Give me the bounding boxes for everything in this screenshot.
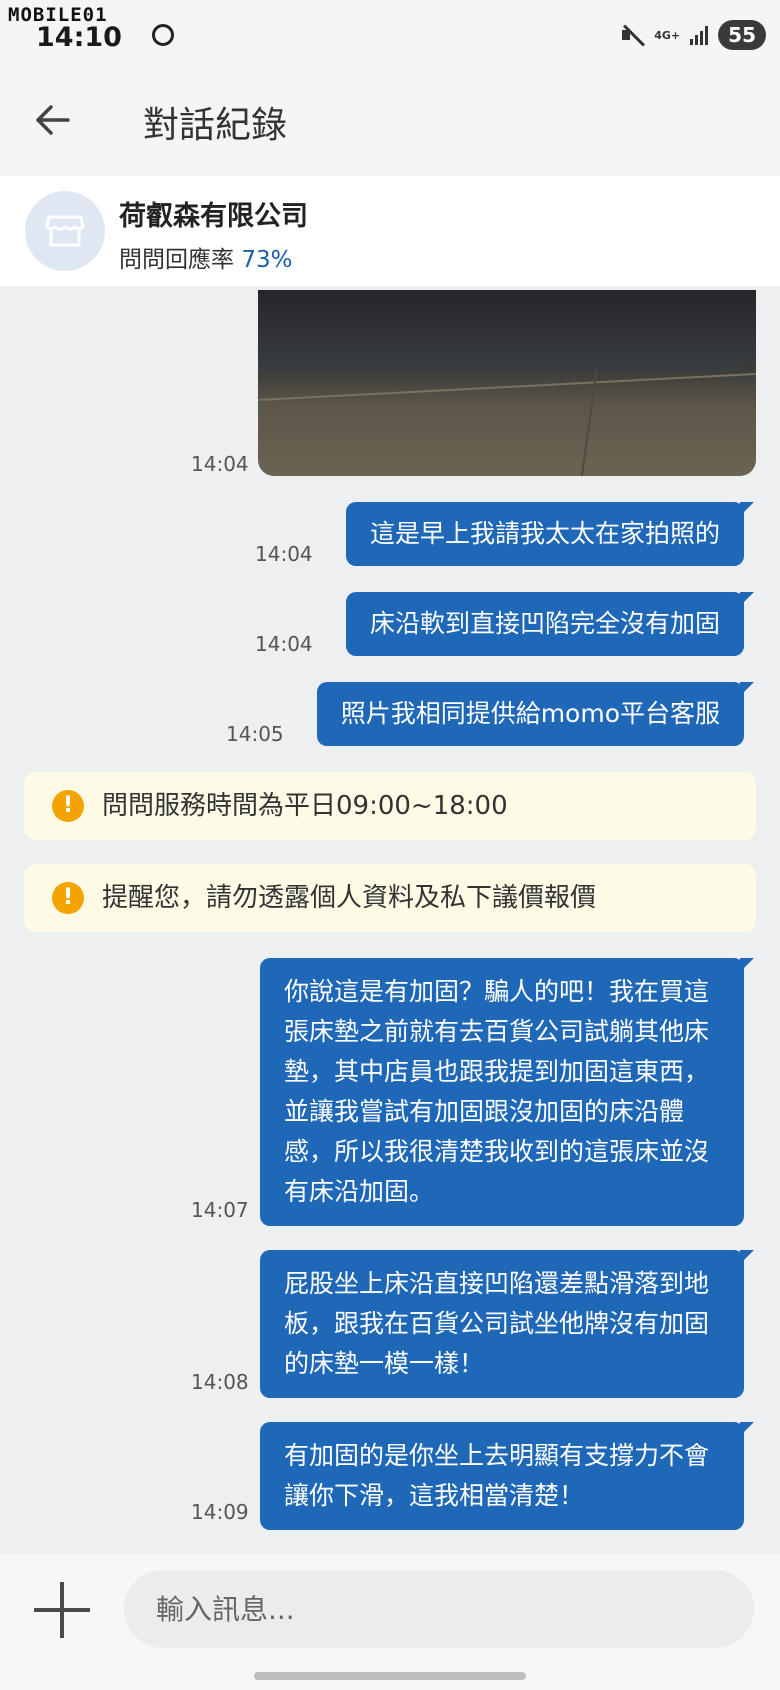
message-time: 14:04	[255, 542, 313, 566]
message-bubble: 有加固的是你坐上去明顯有支撐力不會讓你下滑，這我相當清楚！	[260, 1422, 754, 1530]
store-icon[interactable]	[25, 191, 105, 271]
shop-info-bar[interactable]: 荷叡森有限公司 問問回應率 73%	[0, 176, 780, 286]
chat-area[interactable]: 14:04 這是早上我請我太太在家拍照的 14:04 床沿軟到直接凹陷完全沒有加…	[0, 286, 780, 1554]
response-rate-value: 73%	[241, 247, 293, 273]
message-bubble: 屁股坐上床沿直接凹陷還差點滑落到地板，跟我在百貨公司試坐他牌沒有加固的床墊一模一…	[260, 1250, 754, 1398]
message-time: 14:07	[191, 1198, 249, 1222]
notice-text: 問問服務時間為平日09:00~18:00	[102, 791, 508, 821]
page-title: 對話紀錄	[143, 105, 288, 146]
status-bar: MOBILE01 14:10 4G+ 55	[0, 0, 780, 66]
message-bubble: 你說這是有加固？騙人的吧！我在買這張床墊之前就有去百貨公司試躺其他床墊，其中店員…	[260, 958, 754, 1226]
app-header: 對話紀錄	[0, 66, 780, 176]
privacy-notice: ! 提醒您，請勿透露個人資料及私下議價報價	[24, 864, 756, 932]
message-time: 14:08	[191, 1370, 249, 1394]
status-time: 14:10	[36, 22, 122, 53]
message-time: 14:04	[255, 632, 313, 656]
message-photo[interactable]	[258, 290, 756, 476]
status-icons: 4G+ 55	[622, 20, 766, 50]
response-rate-label: 問問回應率	[119, 247, 234, 273]
add-attachment-icon[interactable]	[34, 1582, 90, 1638]
threads-icon	[152, 24, 174, 46]
network-indicator: 4G+	[654, 28, 681, 42]
message-time: 14:09	[191, 1500, 249, 1524]
message-bubble: 這是早上我請我太太在家拍照的	[345, 502, 755, 566]
signal-icon	[690, 25, 709, 45]
battery-indicator: 55	[718, 20, 766, 50]
back-arrow-icon[interactable]	[32, 100, 72, 140]
warning-icon: !	[52, 882, 84, 914]
message-input[interactable]	[124, 1570, 754, 1648]
message-time: 14:05	[226, 722, 284, 746]
response-rate: 問問回應率 73%	[119, 240, 292, 274]
message-bubble: 床沿軟到直接凹陷完全沒有加固	[345, 592, 755, 656]
mute-icon	[622, 25, 644, 45]
notice-text: 提醒您，請勿透露個人資料及私下議價報價	[102, 883, 597, 913]
service-hours-notice: ! 問問服務時間為平日09:00~18:00	[24, 772, 756, 840]
home-indicator[interactable]	[254, 1672, 526, 1680]
message-time: 14:04	[191, 452, 249, 476]
message-bubble: 照片我相同提供給momo平台客服	[316, 682, 755, 746]
shop-name: 荷叡森有限公司	[119, 201, 308, 232]
warning-icon: !	[52, 790, 84, 822]
message-composer	[0, 1554, 780, 1690]
